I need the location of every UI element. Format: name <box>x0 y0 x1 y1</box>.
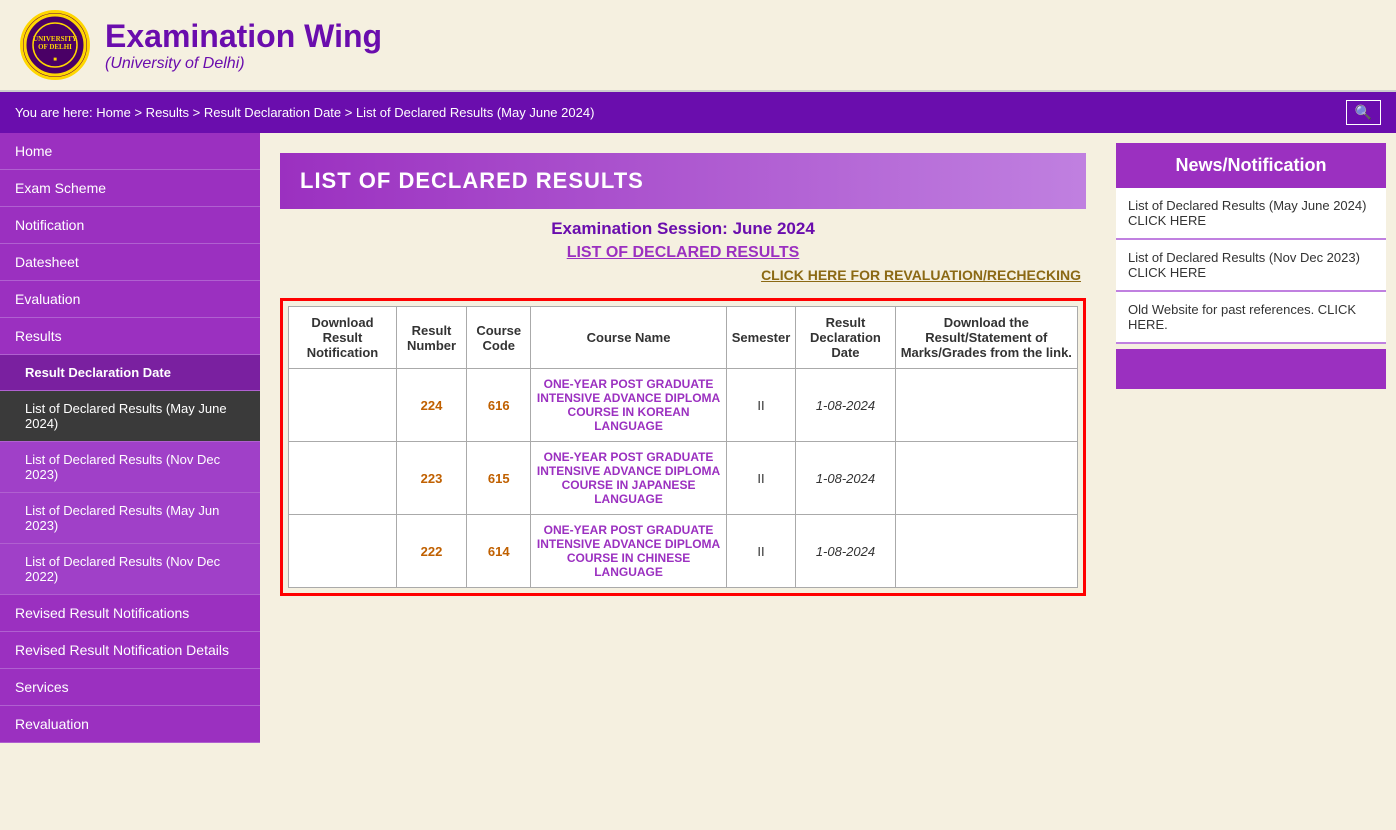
table-row: 223615ONE-YEAR POST GRADUATE INTENSIVE A… <box>289 442 1078 515</box>
cell-semester: II <box>726 515 796 588</box>
col-header-download-notification: Download Result Notification <box>289 307 397 369</box>
main-content: LIST OF DECLARED RESULTS Examination Ses… <box>260 133 1106 830</box>
cell-download-link[interactable] <box>895 515 1077 588</box>
sidebar-item-declared-may-jun-2023[interactable]: List of Declared Results (May Jun 2023) <box>0 493 260 544</box>
news-item-0[interactable]: List of Declared Results (May June 2024)… <box>1116 188 1386 240</box>
col-header-declaration-date: Result Declaration Date <box>796 307 895 369</box>
cell-result-number: 222 <box>396 515 466 588</box>
table-row: 222614ONE-YEAR POST GRADUATE INTENSIVE A… <box>289 515 1078 588</box>
header-title-block: Examination Wing (University of Delhi) <box>105 18 382 73</box>
col-header-course-name: Course Name <box>531 307 726 369</box>
sidebar-item-result-declaration-date[interactable]: Result Declaration Date <box>0 355 260 391</box>
table-row: 224616ONE-YEAR POST GRADUATE INTENSIVE A… <box>289 369 1078 442</box>
cell-download-link[interactable] <box>895 442 1077 515</box>
exam-session: Examination Session: June 2024 <box>280 219 1086 239</box>
sidebar-item-declared-may-june-2024[interactable]: List of Declared Results (May June 2024) <box>0 391 260 442</box>
col-header-download-link: Download the Result/Statement of Marks/G… <box>895 307 1077 369</box>
site-subtitle: (University of Delhi) <box>105 55 382 73</box>
breadcrumb-bar: You are here: Home > Results > Result De… <box>0 92 1396 133</box>
cell-download-link[interactable] <box>895 369 1077 442</box>
sidebar-item-results[interactable]: Results <box>0 318 260 355</box>
cell-result-number: 224 <box>396 369 466 442</box>
svg-text:OF DELHI: OF DELHI <box>38 43 72 51</box>
results-table-wrapper: Download Result Notification Result Numb… <box>280 298 1086 596</box>
news-item-2[interactable]: Old Website for past references. CLICK H… <box>1116 292 1386 344</box>
news-item-1[interactable]: List of Declared Results (Nov Dec 2023) … <box>1116 240 1386 292</box>
cell-semester: II <box>726 442 796 515</box>
cell-semester: II <box>726 369 796 442</box>
sidebar-item-datesheet[interactable]: Datesheet <box>0 244 260 281</box>
sidebar-item-revaluation[interactable]: Revaluation <box>0 706 260 743</box>
sidebar: Home Exam Scheme Notification Datesheet … <box>0 133 260 830</box>
col-header-semester: Semester <box>726 307 796 369</box>
news-purple-bar <box>1116 349 1386 389</box>
cell-course-name: ONE-YEAR POST GRADUATE INTENSIVE ADVANCE… <box>531 515 726 588</box>
sidebar-item-evaluation[interactable]: Evaluation <box>0 281 260 318</box>
cell-date: 1-08-2024 <box>796 515 895 588</box>
svg-text:UNIVERSITY: UNIVERSITY <box>33 35 77 43</box>
svg-text:■: ■ <box>53 57 57 63</box>
university-logo: UNIVERSITY OF DELHI ■ <box>20 10 90 80</box>
right-panel: News/Notification List of Declared Resul… <box>1106 133 1396 830</box>
cell-date: 1-08-2024 <box>796 442 895 515</box>
breadcrumb: You are here: Home > Results > Result De… <box>15 105 594 120</box>
cell-download[interactable] <box>289 442 397 515</box>
cell-course-name: ONE-YEAR POST GRADUATE INTENSIVE ADVANCE… <box>531 369 726 442</box>
search-button[interactable]: 🔍 <box>1346 100 1381 125</box>
cell-course-code: 615 <box>467 442 531 515</box>
news-header: News/Notification <box>1116 143 1386 188</box>
cell-course-code: 614 <box>467 515 531 588</box>
cell-course-code: 616 <box>467 369 531 442</box>
cell-date: 1-08-2024 <box>796 369 895 442</box>
site-title: Examination Wing <box>105 18 382 55</box>
site-header: UNIVERSITY OF DELHI ■ Examination Wing (… <box>0 0 1396 92</box>
col-header-result-number: Result Number <box>396 307 466 369</box>
sidebar-item-revised-notification-details[interactable]: Revised Result Notification Details <box>0 632 260 669</box>
sidebar-item-declared-nov-dec-2023[interactable]: List of Declared Results (Nov Dec 2023) <box>0 442 260 493</box>
sidebar-item-services[interactable]: Services <box>0 669 260 706</box>
cell-result-number: 223 <box>396 442 466 515</box>
sidebar-item-notification[interactable]: Notification <box>0 207 260 244</box>
cell-course-name: ONE-YEAR POST GRADUATE INTENSIVE ADVANCE… <box>531 442 726 515</box>
revaluation-link[interactable]: CLICK HERE FOR REVALUATION/RECHECKING <box>280 267 1086 283</box>
news-box: News/Notification List of Declared Resul… <box>1116 143 1386 344</box>
sidebar-item-exam-scheme[interactable]: Exam Scheme <box>0 170 260 207</box>
results-table: Download Result Notification Result Numb… <box>288 306 1078 588</box>
cell-download[interactable] <box>289 515 397 588</box>
main-layout: Home Exam Scheme Notification Datesheet … <box>0 133 1396 830</box>
page-heading: LIST OF DECLARED RESULTS <box>280 153 1086 209</box>
col-header-course-code: Course Code <box>467 307 531 369</box>
sidebar-item-declared-nov-dec-2022[interactable]: List of Declared Results (Nov Dec 2022) <box>0 544 260 595</box>
sidebar-item-home[interactable]: Home <box>0 133 260 170</box>
cell-download[interactable] <box>289 369 397 442</box>
sidebar-item-revised-notifications[interactable]: Revised Result Notifications <box>0 595 260 632</box>
declared-results-link[interactable]: LIST OF DECLARED RESULTS <box>280 244 1086 262</box>
